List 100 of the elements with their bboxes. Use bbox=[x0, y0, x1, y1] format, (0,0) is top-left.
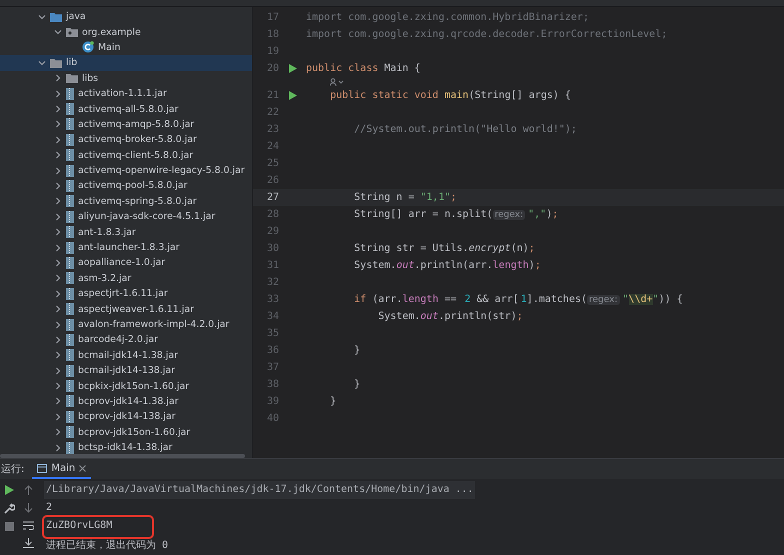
tree-item[interactable]: activemq-pool-5.8.0.jar bbox=[0, 178, 252, 194]
jar-icon bbox=[66, 242, 74, 254]
tree-item-label: bcmail-jdk14-1.38.jar bbox=[78, 348, 178, 362]
line-number: 25 bbox=[266, 158, 279, 169]
code-line: if (arr.length == 2 && arr[ 1].matches( regex: "\\d+")) { bbox=[353, 294, 683, 305]
output-line: 2 bbox=[45, 501, 54, 515]
line-number: 31 bbox=[266, 260, 279, 271]
tree-item[interactable]: org.example bbox=[0, 24, 252, 40]
code-line: public class Main { bbox=[306, 63, 420, 74]
jar-icon bbox=[66, 210, 74, 223]
tree-item[interactable]: barcode4j-2.0.jar bbox=[0, 332, 252, 348]
tree-item[interactable]: aspectjrt-1.6.11.jar bbox=[0, 286, 252, 302]
tree-item-label: bctsp-idk14-1.38.jar bbox=[78, 441, 172, 454]
tree-item-label: activemq-spring-5.8.0.jar bbox=[78, 194, 197, 208]
jar-icon bbox=[66, 303, 74, 316]
jar-icon bbox=[66, 380, 74, 392]
run-icon[interactable] bbox=[288, 64, 296, 73]
line-number: 32 bbox=[266, 277, 279, 288]
tree-item-label: activemq-client-5.8.0.jar bbox=[78, 148, 194, 162]
tree-item-label: org.example bbox=[82, 26, 141, 39]
code-line: System.out.println(str); bbox=[377, 311, 523, 322]
run-icon[interactable] bbox=[288, 91, 296, 100]
run-icon[interactable] bbox=[5, 485, 14, 495]
jar-icon bbox=[66, 88, 74, 100]
tree-item[interactable]: asm-3.2.jar bbox=[0, 270, 252, 286]
jar-icon bbox=[66, 426, 74, 438]
jar-icon bbox=[66, 395, 74, 408]
line-number: 19 bbox=[266, 46, 279, 57]
tree-item[interactable]: activemq-amqp-5.8.0.jar bbox=[0, 116, 252, 132]
jar-icon bbox=[66, 149, 74, 162]
package-icon bbox=[66, 27, 78, 38]
tree-item[interactable]: activemq-spring-5.8.0.jar bbox=[0, 194, 252, 210]
tree-item[interactable]: bcprov-jdk15on-1.60.jar bbox=[0, 424, 252, 440]
tree-item-label: activemq-amqp-5.8.0.jar bbox=[78, 118, 194, 131]
tree-item[interactable]: bcpkix-jdk15on-1.60.jar bbox=[0, 378, 252, 394]
tree-item-label: avalon-framework-impl-4.2.0.jar bbox=[78, 318, 230, 331]
tree-item[interactable]: activation-1.1.1.jar bbox=[0, 86, 252, 102]
tree-item-label: activemq-broker-5.8.0.jar bbox=[78, 133, 197, 146]
author-icon[interactable] bbox=[330, 78, 344, 86]
tree-item-label: bcprov-jdk14-1.38.jar bbox=[78, 394, 178, 408]
tree-item-label: bcmail-jdk14-138.jar bbox=[78, 364, 175, 378]
tree-item[interactable]: aliyun-java-sdk-core-4.5.1.jar bbox=[0, 209, 252, 224]
jar-icon bbox=[66, 364, 74, 377]
line-number: 20 bbox=[266, 63, 279, 74]
line-number: 30 bbox=[266, 243, 279, 254]
jar-icon bbox=[66, 442, 74, 454]
scroll-to-end-icon[interactable] bbox=[23, 538, 34, 548]
tree-item[interactable]: avalon-framework-impl-4.2.0.jar bbox=[0, 316, 252, 332]
tree-item[interactable]: bcmail-jdk14-138.jar bbox=[0, 362, 252, 378]
tree-item-label: lib bbox=[66, 56, 78, 70]
tree-item[interactable]: activemq-all-5.8.0.jar bbox=[0, 101, 252, 117]
tree-item[interactable]: bcprov-jdk14-1.38.jar bbox=[0, 394, 252, 410]
code-line: String n = "1,1"; bbox=[353, 192, 457, 203]
line-number: 29 bbox=[266, 226, 279, 237]
highlighted-output-line: ZuZBOrvLG8M bbox=[44, 517, 152, 537]
scrollbar[interactable] bbox=[0, 454, 245, 458]
tree-item-label: aliyun-java-sdk-core-4.5.1.jar bbox=[78, 210, 216, 224]
arrow-up-icon[interactable] bbox=[24, 485, 33, 495]
line-number: 26 bbox=[266, 175, 279, 186]
tree-item[interactable]: ant-1.8.3.jar bbox=[0, 224, 252, 240]
tree-item[interactable]: bctsp-idk14-1.38.jar bbox=[0, 440, 252, 456]
jar-icon bbox=[66, 195, 74, 208]
chevron-down-icon[interactable] bbox=[38, 58, 46, 67]
tree-item-label: activemq-pool-5.8.0.jar bbox=[78, 179, 188, 192]
tree-item[interactable]: bcmail-jdk14-1.38.jar bbox=[0, 348, 252, 363]
arrow-down-icon[interactable] bbox=[24, 503, 33, 513]
jar-icon bbox=[66, 318, 74, 330]
tree-item[interactable]: libs bbox=[0, 70, 252, 86]
tree-item[interactable]: aopalliance-1.0.jar bbox=[0, 255, 252, 271]
code-line: import com.google.zxing.common.HybridBinarizer; bbox=[306, 12, 589, 23]
run-tab[interactable]: Main bbox=[32, 459, 92, 479]
tree-item[interactable]: lib bbox=[0, 55, 252, 71]
jar-icon bbox=[66, 334, 74, 346]
wrench-icon[interactable] bbox=[4, 503, 15, 514]
code-line: } bbox=[329, 396, 336, 407]
tree-item-label: bcprov-jdk14-138.jar bbox=[78, 410, 176, 424]
line-number: 34 bbox=[266, 311, 279, 322]
folder-icon bbox=[66, 73, 78, 84]
tree-item[interactable]: ant-launcher-1.8.3.jar bbox=[0, 240, 252, 256]
tree-item[interactable]: Main bbox=[0, 40, 252, 56]
line-number: 39 bbox=[266, 396, 279, 407]
tree-item-label: Main bbox=[98, 40, 120, 54]
tree-item[interactable]: bcprov-jdk14-138.jar bbox=[0, 409, 252, 425]
tree-item[interactable]: activemq-client-5.8.0.jar bbox=[0, 148, 252, 163]
output-line: 进程已结束，退出代码为 0 bbox=[45, 538, 170, 553]
soft-wrap-icon[interactable] bbox=[23, 521, 34, 530]
jar-icon bbox=[66, 288, 74, 300]
run-tab-label: Main bbox=[51, 462, 76, 474]
jar-icon bbox=[66, 134, 74, 146]
tree-item-label: bcpkix-jdk15on-1.60.jar bbox=[78, 380, 190, 393]
class-icon bbox=[82, 41, 94, 54]
line-number: 40 bbox=[266, 413, 279, 424]
tree-item[interactable]: aspectjweaver-1.6.11.jar bbox=[0, 301, 252, 317]
tree-item-label: ant-launcher-1.8.3.jar bbox=[78, 241, 180, 254]
tree-item[interactable]: java bbox=[0, 9, 252, 24]
close-icon[interactable] bbox=[79, 464, 86, 472]
line-number: 23 bbox=[266, 124, 279, 135]
tree-item[interactable]: activemq-openwire-legacy-5.8.0.jar bbox=[0, 162, 252, 178]
code-line: public static void main(String[] args) { bbox=[329, 90, 571, 101]
tree-item[interactable]: activemq-broker-5.8.0.jar bbox=[0, 132, 252, 148]
